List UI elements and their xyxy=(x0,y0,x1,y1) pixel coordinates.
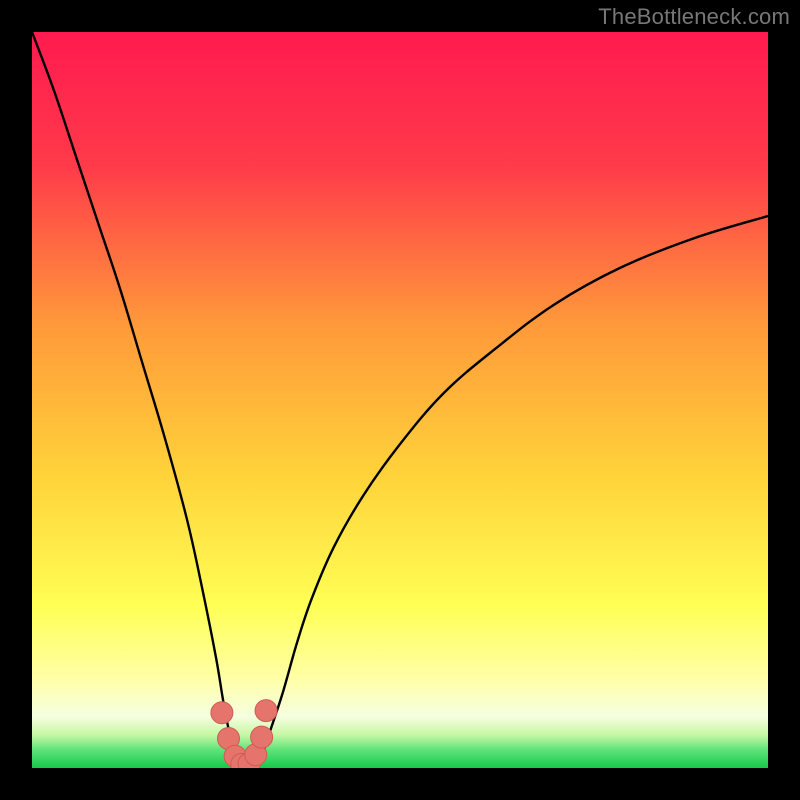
chart-frame: TheBottleneck.com xyxy=(0,0,800,800)
gradient-background xyxy=(32,32,768,768)
trough-marker xyxy=(251,726,273,748)
trough-marker xyxy=(211,702,233,724)
trough-marker xyxy=(255,700,277,722)
bottleneck-chart xyxy=(32,32,768,768)
plot-area xyxy=(32,32,768,768)
watermark-text: TheBottleneck.com xyxy=(598,4,790,30)
